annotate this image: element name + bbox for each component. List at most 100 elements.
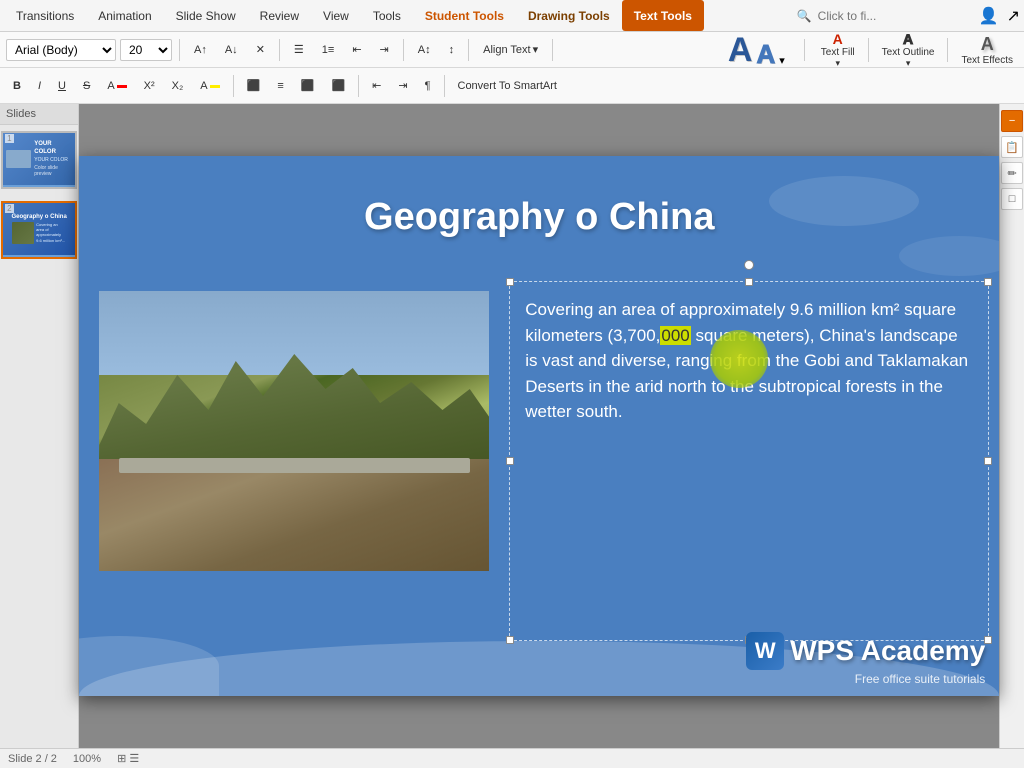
big-a-solid: A [728, 33, 753, 67]
slide1-img [6, 150, 31, 168]
align-text-btn[interactable]: Align Text ▾ [476, 39, 545, 60]
slide2-content: Geography o China Covering an area of ap… [3, 203, 75, 255]
align-left-btn[interactable]: ⬛ [240, 75, 268, 96]
handle-tr[interactable] [984, 278, 992, 286]
a-size-dropdown[interactable]: ▾ [779, 54, 785, 67]
tab-bar: Transitions Animation Slide Show Review … [0, 0, 1024, 32]
right-tool-pencil[interactable]: ✏ [1001, 162, 1023, 184]
bullets-btn[interactable]: ☰ [287, 39, 311, 60]
slide-textbox[interactable]: Covering an area of approximately 9.6 mi… [509, 281, 989, 641]
share-icon[interactable]: ↗ [1007, 6, 1020, 26]
slide-info: Slide 2 / 2 [8, 753, 57, 765]
slide-canvas: Geography o China [79, 156, 999, 696]
sep-row2-3 [444, 75, 445, 97]
font-size-select[interactable]: 20 [120, 39, 172, 61]
increase-list-level-btn[interactable]: ⇥ [391, 75, 414, 96]
handle-tl[interactable] [506, 278, 514, 286]
slide1-text: YOUR COLOR YOUR COLOR Color slide previe… [34, 141, 72, 177]
underline-btn[interactable]: U [51, 76, 73, 96]
tab-slideshow[interactable]: Slide Show [164, 0, 248, 31]
right-tool-copy[interactable]: 📋 [1001, 136, 1023, 158]
sep5 [552, 39, 553, 61]
font-color-btn[interactable]: A [100, 76, 133, 96]
sep-row2-2 [358, 75, 359, 97]
bottom-bar: Slide 2 / 2 100% ⊞ ☰ [0, 748, 1024, 768]
font-family-select[interactable]: Arial (Body) [6, 39, 116, 61]
sep4 [468, 39, 469, 61]
great-wall-bg [99, 291, 489, 571]
text-direction-btn[interactable]: A↕ [411, 40, 438, 60]
wps-subtitle: Free office suite tutorials [855, 672, 986, 686]
tab-transitions[interactable]: Transitions [4, 0, 86, 31]
slide-thumb-2[interactable]: 2 Geography o China Covering an area of … [1, 201, 77, 259]
convert-smartart-btn[interactable]: Convert To SmartArt [451, 76, 564, 96]
slide-num-2: 2 [5, 204, 13, 213]
cloud-bottom-2 [79, 636, 219, 696]
text-fill-btn[interactable]: A Text Fill ▾ [816, 29, 860, 71]
tab-text-tools[interactable]: Text Tools [622, 0, 704, 31]
handle-mr[interactable] [984, 457, 992, 465]
wall-structure [119, 458, 470, 473]
slide2-title: Geography o China [11, 214, 66, 220]
paragraph-settings-btn[interactable]: ¶ [418, 76, 438, 96]
wps-watermark: W WPS Academy Free office suite tutorial… [746, 632, 985, 686]
tab-animation[interactable]: Animation [86, 0, 163, 31]
text-effects-btn[interactable]: A Text Effects [956, 32, 1018, 68]
slide-num-1: 1 [5, 134, 13, 143]
slide-title: Geography o China [79, 196, 999, 239]
slide-thumb-1[interactable]: 1 YOUR COLOR YOUR COLOR Color slide prev… [1, 131, 77, 189]
account-icon[interactable]: 👤 [979, 6, 999, 26]
wps-academy-text: WPS Academy [790, 635, 985, 667]
sep2 [279, 39, 280, 61]
decrease-font-btn[interactable]: A↓ [218, 40, 245, 60]
strikethrough-btn[interactable]: S [76, 76, 97, 96]
cloud-mid-right [899, 236, 999, 276]
sep6 [804, 39, 805, 61]
sep3 [403, 39, 404, 61]
zoom-info: 100% [73, 753, 101, 765]
line-spacing-btn[interactable]: ↕ [442, 40, 462, 60]
toolbar-row2: B I U S A X² X₂ A ⬛ ≡ ⬛ ⬛ ⇤ ⇥ ¶ Convert … [0, 68, 1024, 104]
slides-label: Slides [0, 104, 78, 125]
decrease-indent-btn[interactable]: ⇤ [345, 39, 368, 60]
view-icons: ⊞ ☰ [117, 752, 139, 765]
text-outline-btn[interactable]: A Text Outline ▾ [877, 29, 940, 71]
slide2-img [12, 222, 34, 244]
cursor-highlight [710, 330, 768, 388]
numbering-btn[interactable]: 1≡ [315, 40, 342, 60]
sep-row2-1 [233, 75, 234, 97]
right-tool-minus[interactable]: − [1001, 110, 1023, 132]
align-right-btn[interactable]: ⬛ [294, 75, 322, 96]
decrease-list-level-btn[interactable]: ⇤ [365, 75, 388, 96]
tab-student-tools[interactable]: Student Tools [413, 0, 516, 31]
handle-br[interactable] [984, 636, 992, 644]
tab-review[interactable]: Review [248, 0, 311, 31]
superscript-btn[interactable]: X² [137, 76, 162, 96]
sep1 [179, 39, 180, 61]
justify-btn[interactable]: ⬛ [324, 75, 352, 96]
slide1-content: YOUR COLOR YOUR COLOR Color slide previe… [3, 133, 75, 185]
subscript-btn[interactable]: X₂ [165, 76, 191, 96]
highlight-btn[interactable]: A [193, 76, 226, 96]
slide2-text: Covering an area of approximately 9.6 mi… [36, 222, 66, 244]
increase-font-btn[interactable]: A↑ [187, 40, 214, 60]
bold-btn[interactable]: B [6, 76, 28, 96]
tab-view[interactable]: View [311, 0, 361, 31]
handle-ml[interactable] [506, 457, 514, 465]
search-area: 🔍 [797, 9, 973, 23]
handle-bl[interactable] [506, 636, 514, 644]
align-center-btn[interactable]: ≡ [270, 76, 290, 96]
italic-btn[interactable]: I [31, 76, 48, 96]
handle-tm[interactable] [745, 278, 753, 286]
clear-format-btn[interactable]: ✕ [249, 39, 272, 60]
search-input[interactable] [818, 9, 973, 23]
tab-tools[interactable]: Tools [361, 0, 413, 31]
left-sidebar: Slides 1 YOUR COLOR YOUR COLOR Color sli… [0, 104, 79, 748]
wps-w-icon: W [746, 632, 784, 670]
increase-indent-btn[interactable]: ⇥ [373, 39, 396, 60]
wps-logo-row: W WPS Academy [746, 632, 985, 670]
rotate-handle[interactable] [744, 260, 754, 270]
tab-drawing-tools[interactable]: Drawing Tools [516, 0, 622, 31]
right-tool-rect[interactable]: □ [1001, 188, 1023, 210]
slide-image [99, 291, 489, 571]
